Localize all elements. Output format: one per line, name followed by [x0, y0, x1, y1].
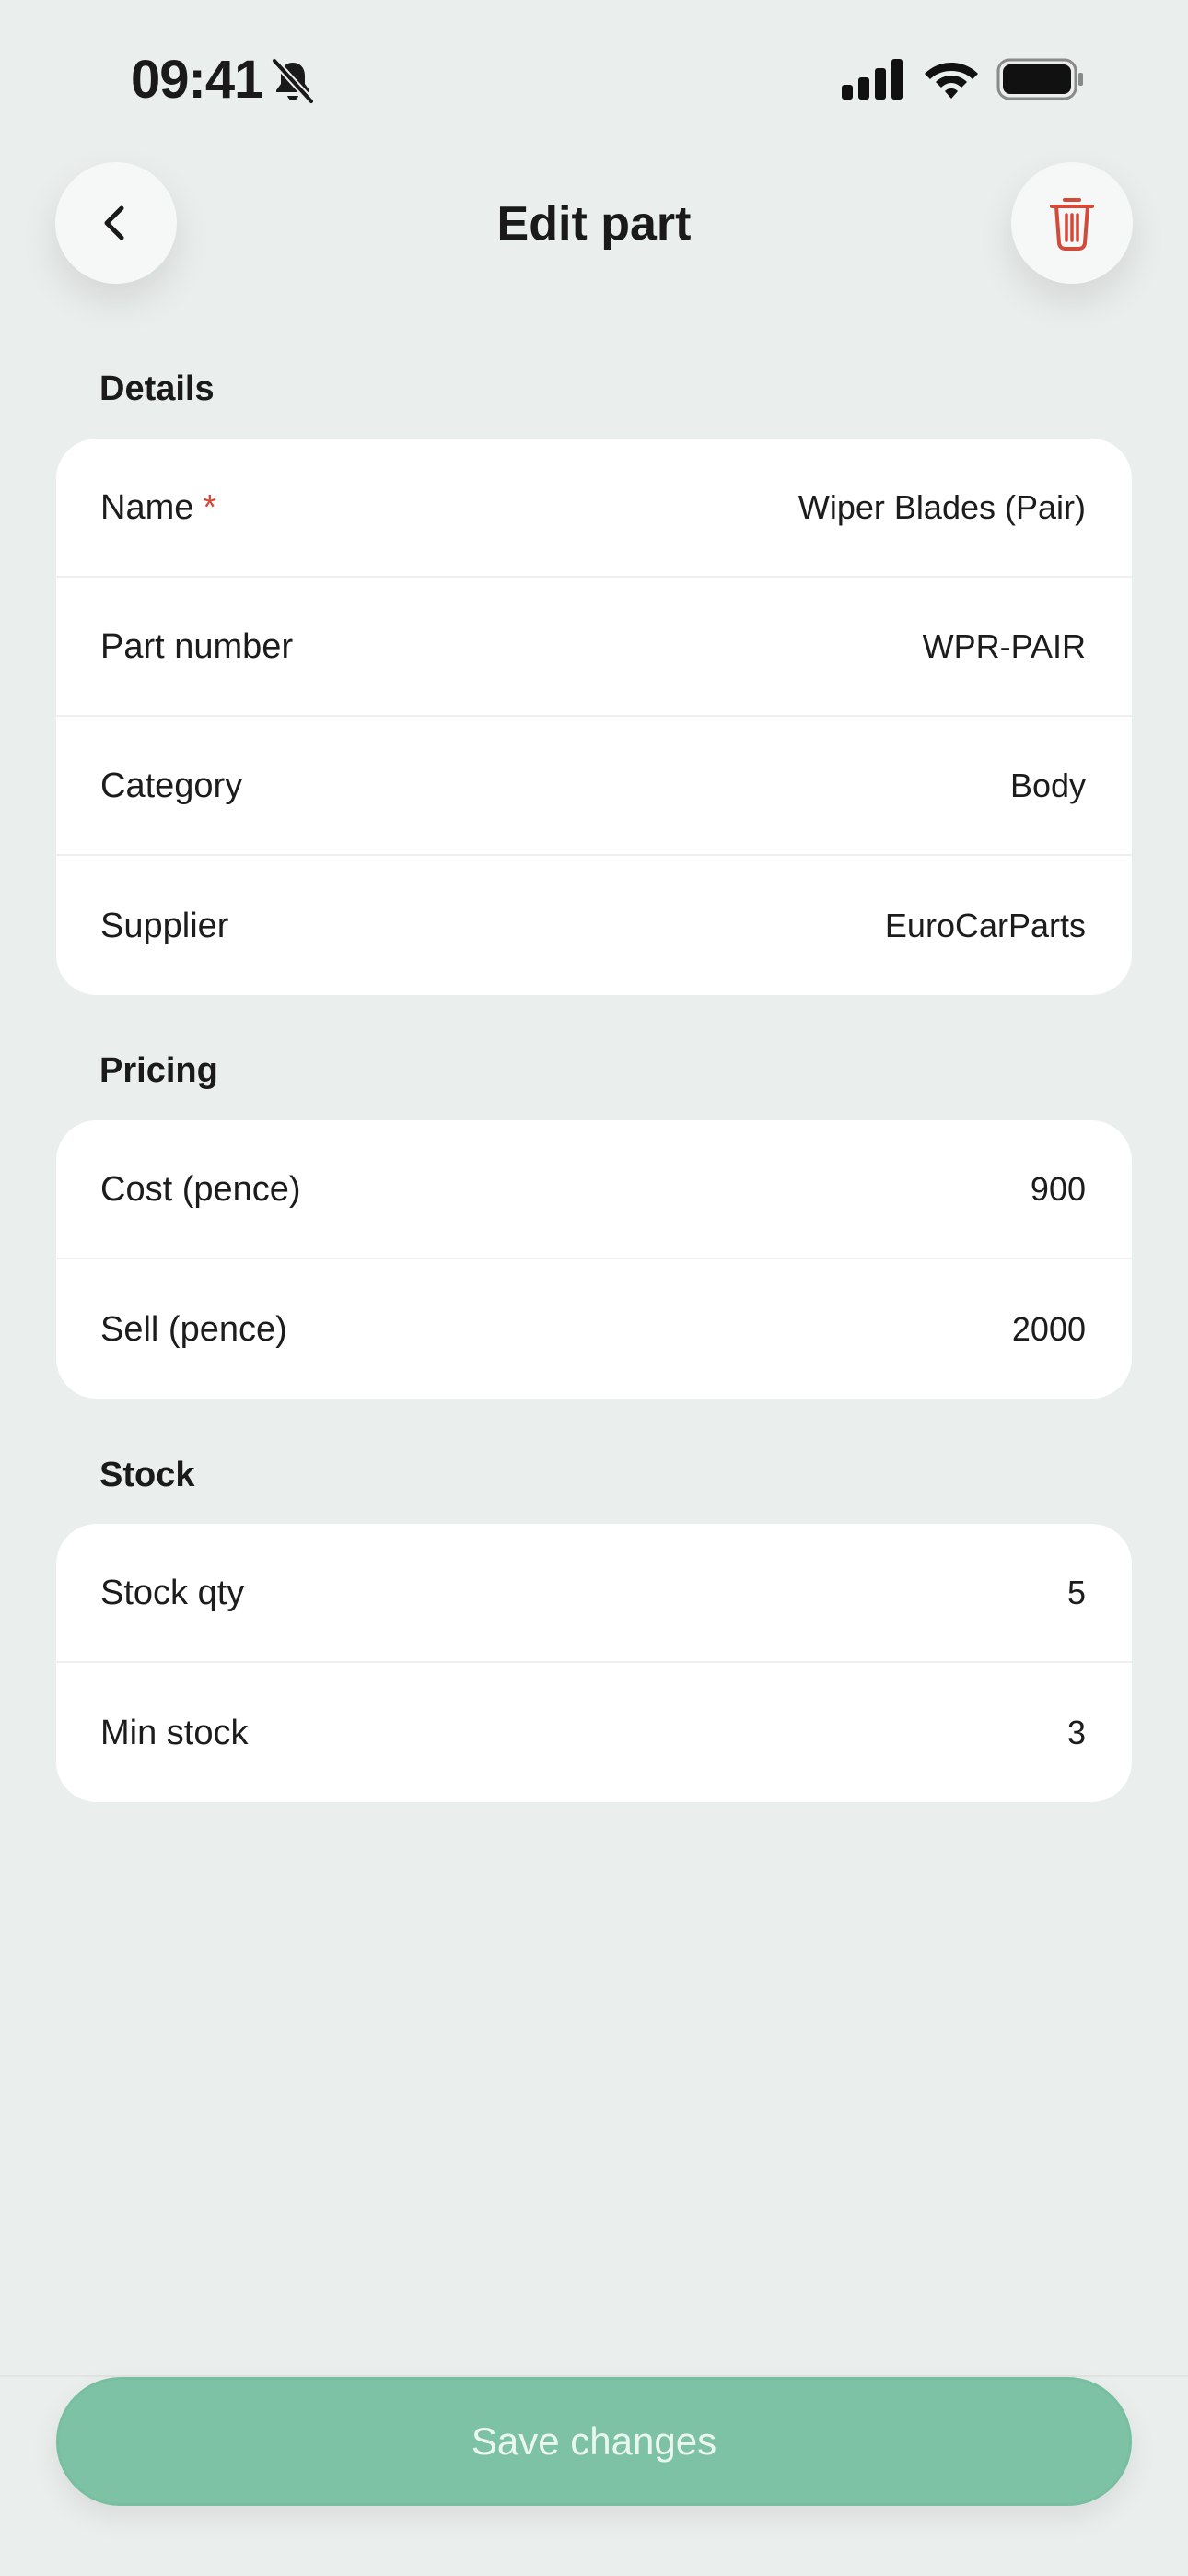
sell-row[interactable]: Sell (pence) 2000: [56, 1259, 1132, 1399]
page-title: Edit part: [496, 197, 692, 251]
category-row[interactable]: Category Body: [56, 717, 1132, 856]
header-bar: Edit part: [0, 162, 1188, 286]
supplier-row[interactable]: Supplier EuroCarParts: [56, 856, 1132, 995]
save-changes-button[interactable]: Save changes: [56, 2377, 1132, 2506]
details-card: Name * Wiper Blades (Pair) Part number WP…: [56, 439, 1132, 995]
stock-card: Stock qty 5 Min stock 3: [56, 1524, 1132, 1802]
sell-label: Sell (pence): [100, 1309, 287, 1349]
part-number-value[interactable]: WPR-PAIR: [923, 626, 1086, 667]
section-title-details: Details: [99, 369, 215, 408]
battery-icon: [996, 58, 1083, 100]
wifi-icon: [925, 63, 978, 99]
stock-qty-label: Stock qty: [100, 1573, 245, 1612]
stock-qty-row[interactable]: Stock qty 5: [56, 1524, 1132, 1663]
name-label: Name *: [100, 487, 217, 527]
category-label: Category: [100, 766, 243, 805]
pricing-card: Cost (pence) 900 Sell (pence) 2000: [56, 1120, 1132, 1399]
min-stock-value[interactable]: 3: [1067, 1713, 1086, 1753]
name-value[interactable]: Wiper Blades (Pair): [798, 487, 1086, 528]
status-time: 09:41: [131, 50, 263, 110]
section-title-stock: Stock: [99, 1456, 195, 1494]
sell-value[interactable]: 2000: [1012, 1309, 1086, 1350]
part-number-label: Part number: [100, 626, 294, 666]
supplier-label: Supplier: [100, 906, 229, 945]
name-row[interactable]: Name * Wiper Blades (Pair): [56, 439, 1132, 578]
category-value[interactable]: Body: [1010, 766, 1086, 806]
cost-row[interactable]: Cost (pence) 900: [56, 1120, 1132, 1259]
cellular-signal-icon: [842, 59, 903, 100]
trash-icon: [1050, 198, 1094, 251]
min-stock-label: Min stock: [100, 1713, 249, 1752]
status-bar: 09:41: [0, 0, 1188, 157]
bell-slash-icon: [271, 57, 315, 105]
part-number-row[interactable]: Part number WPR-PAIR: [56, 578, 1132, 717]
min-stock-row[interactable]: Min stock 3: [56, 1663, 1132, 1802]
delete-button[interactable]: [1011, 162, 1133, 284]
cost-value[interactable]: 900: [1031, 1169, 1086, 1210]
section-title-pricing: Pricing: [99, 1051, 218, 1090]
edit-part-screen: 09:41 Edit part Details Name * Wiper Bla…: [0, 0, 1188, 2576]
cost-label: Cost (pence): [100, 1169, 301, 1209]
required-marker: *: [203, 487, 217, 527]
supplier-value[interactable]: EuroCarParts: [885, 906, 1086, 946]
stock-qty-value[interactable]: 5: [1067, 1573, 1086, 1613]
